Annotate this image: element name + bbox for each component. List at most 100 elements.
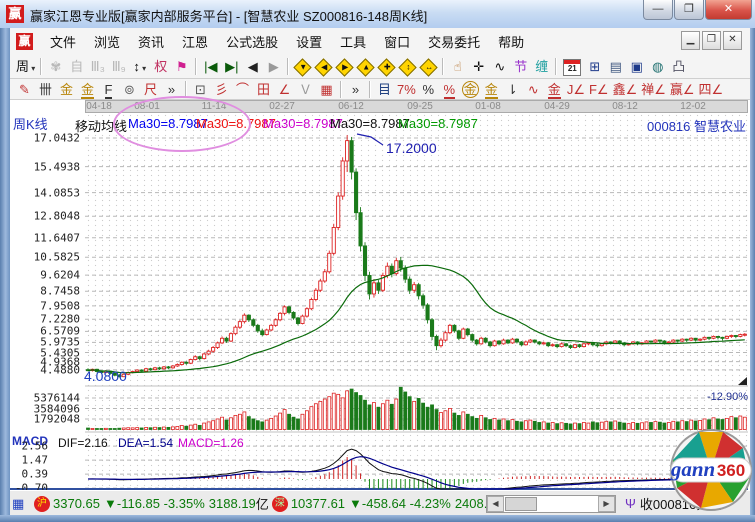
grid-box-tool[interactable]: 田: [253, 80, 274, 99]
calculator-tool[interactable]: ⊞: [584, 57, 605, 76]
notes-tool[interactable]: 自: [66, 57, 87, 76]
scroll-left-button[interactable]: ◀: [487, 496, 504, 512]
rights-adjust-tool[interactable]: 权: [150, 57, 171, 76]
fibonacci-tool[interactable]: F: [98, 80, 119, 99]
mdi-close-button[interactable]: ✕: [723, 31, 742, 50]
macd-tick-label: 0.39: [8, 468, 48, 481]
stock-code-label: 000816 智慧农业: [647, 116, 746, 135]
prev-bar-button[interactable]: ◀: [242, 57, 263, 76]
overlay-tool[interactable]: ✾: [45, 57, 66, 76]
spiral-tool[interactable]: ⊚: [119, 80, 140, 99]
ruler-tool[interactable]: 目: [374, 80, 395, 99]
sz-index-value: 10377.61: [291, 496, 345, 511]
menu-item-6[interactable]: 工具: [331, 28, 375, 55]
bars-small-tool[interactable]: Ⅲ₃: [87, 57, 108, 76]
network-tool[interactable]: ◍: [647, 57, 668, 76]
gann-nav-left[interactable]: ◀: [315, 58, 333, 76]
gann-nav-center[interactable]: ✚: [378, 58, 396, 76]
angle-si-tool[interactable]: 四∠: [697, 80, 726, 99]
more-tools2-button[interactable]: »: [345, 80, 366, 99]
gann-nav-up[interactable]: ▲: [357, 58, 375, 76]
wave-box-tool[interactable]: ∿: [523, 80, 544, 99]
period-week-selector[interactable]: 周 ▾: [14, 57, 37, 76]
scale-selector[interactable]: ↕ ▾: [129, 57, 150, 76]
pct-tool[interactable]: %: [418, 80, 439, 99]
dense-grid-tool[interactable]: ▦: [316, 80, 337, 99]
jieqi-tool[interactable]: 节: [510, 57, 531, 76]
maximize-button[interactable]: ❐: [674, 0, 704, 20]
price-tick-label: 9.6204: [8, 269, 80, 282]
close-button[interactable]: ✕: [705, 0, 752, 20]
sh-turnover-unit: 亿: [256, 494, 269, 513]
print-tool[interactable]: 凸: [668, 57, 689, 76]
gold-red-tool[interactable]: 金: [544, 80, 565, 99]
mdi-restore-button[interactable]: ❐: [702, 31, 721, 50]
chanlun-tool[interactable]: 缠: [531, 57, 552, 76]
menu-item-0[interactable]: 文件: [41, 28, 85, 55]
first-bar-button[interactable]: |◀: [200, 57, 221, 76]
next-bar-button[interactable]: ▶: [263, 57, 284, 76]
angle-line-tool[interactable]: ∠: [274, 80, 295, 99]
menu-item-2[interactable]: 资讯: [129, 28, 173, 55]
gann-grid-tool[interactable]: 卌: [35, 80, 56, 99]
bars-large-tool[interactable]: Ⅲ₉: [108, 57, 129, 76]
fan-lines-tool[interactable]: 彡: [211, 80, 232, 99]
arc-tool[interactable]: ⌒: [232, 80, 253, 99]
menu-item-3[interactable]: 江恩: [173, 28, 217, 55]
app-logo-icon: 赢: [6, 5, 24, 23]
toolbar-separator: [340, 81, 342, 98]
polyline-tool[interactable]: ∿: [489, 57, 510, 76]
angle-J-tool[interactable]: J∠: [565, 80, 587, 99]
volume-tick-label: 1792048: [8, 413, 80, 426]
main-chart-canvas[interactable]: [0, 100, 755, 490]
pct7-tool[interactable]: 7%: [395, 80, 418, 99]
gann-nav-horiz[interactable]: ↔: [420, 58, 438, 76]
toolbar-main: 周 ▾✾自Ⅲ₃Ⅲ₉↕ ▾权⚑|◀▶|◀▶▼◀▶▲✚↕↔☝✛∿节缠21⊞▤▣◍凸: [10, 54, 750, 79]
last-bar-button[interactable]: ▶|: [221, 57, 242, 76]
window-frame-bottom: [0, 515, 755, 522]
scrollbar-thumb[interactable]: [505, 497, 537, 511]
draw-pencil-tool[interactable]: ✎: [14, 80, 35, 99]
golden-section-tool[interactable]: 金: [56, 80, 77, 99]
menu-items: 文件浏览资讯江恩公式选股设置工具窗口交易委托帮助: [41, 28, 533, 55]
angle-xin-tool[interactable]: 鑫∠: [611, 80, 640, 99]
menu-item-8[interactable]: 交易委托: [419, 28, 489, 55]
gold-circle-tool[interactable]: 金: [460, 80, 481, 99]
minimize-button[interactable]: —: [643, 0, 673, 20]
shanghai-badge: 沪: [34, 496, 50, 512]
gann360-logo: gann 360: [666, 428, 755, 512]
golden-section2-tool[interactable]: 金: [77, 80, 98, 99]
market-grid-icon[interactable]: ▦: [12, 497, 28, 511]
corner-resize-marker[interactable]: [738, 377, 747, 385]
pct-lines-tool[interactable]: %: [439, 80, 460, 99]
menu-item-7[interactable]: 窗口: [375, 28, 419, 55]
sh-index-change: ▼-116.85 -3.35%: [104, 496, 205, 511]
angle-F-tool[interactable]: F∠: [587, 80, 611, 99]
gann-nav-down[interactable]: ▼: [294, 58, 312, 76]
angle-ying-tool[interactable]: 赢∠: [668, 80, 697, 99]
gann-nav-vert[interactable]: ↕: [399, 58, 417, 76]
angle-chan-tool[interactable]: 禅∠: [639, 80, 668, 99]
notepad-tool[interactable]: ▤: [605, 57, 626, 76]
toolbar-separator: [195, 58, 197, 75]
menu-item-5[interactable]: 设置: [287, 28, 331, 55]
gann-nav-right[interactable]: ▶: [336, 58, 354, 76]
crosshair-tool[interactable]: ✛: [468, 57, 489, 76]
marker-tool[interactable]: ⇂: [502, 80, 523, 99]
gold-lines-tool[interactable]: 金: [481, 80, 502, 99]
horizontal-scrollbar[interactable]: ◀ ▶: [486, 495, 616, 513]
ma30-value-label: Ma30=8.7987: [398, 116, 478, 131]
toolbar-separator: [40, 58, 42, 75]
wave-tool[interactable]: Ｖ: [295, 80, 316, 99]
save-tool[interactable]: ▣: [626, 57, 647, 76]
scroll-right-button[interactable]: ▶: [598, 496, 615, 512]
menu-item-1[interactable]: 浏览: [85, 28, 129, 55]
menu-item-4[interactable]: 公式选股: [217, 28, 287, 55]
calendar-tool[interactable]: 21: [563, 59, 581, 76]
hand-tool[interactable]: ☝: [447, 57, 468, 76]
menu-item-9[interactable]: 帮助: [489, 28, 533, 55]
price-tick-label: 17.0432: [8, 132, 80, 145]
mdi-minimize-button[interactable]: ▁: [681, 31, 700, 50]
flag-tool[interactable]: ⚑: [171, 57, 192, 76]
measure-tool[interactable]: 尺: [140, 80, 161, 99]
